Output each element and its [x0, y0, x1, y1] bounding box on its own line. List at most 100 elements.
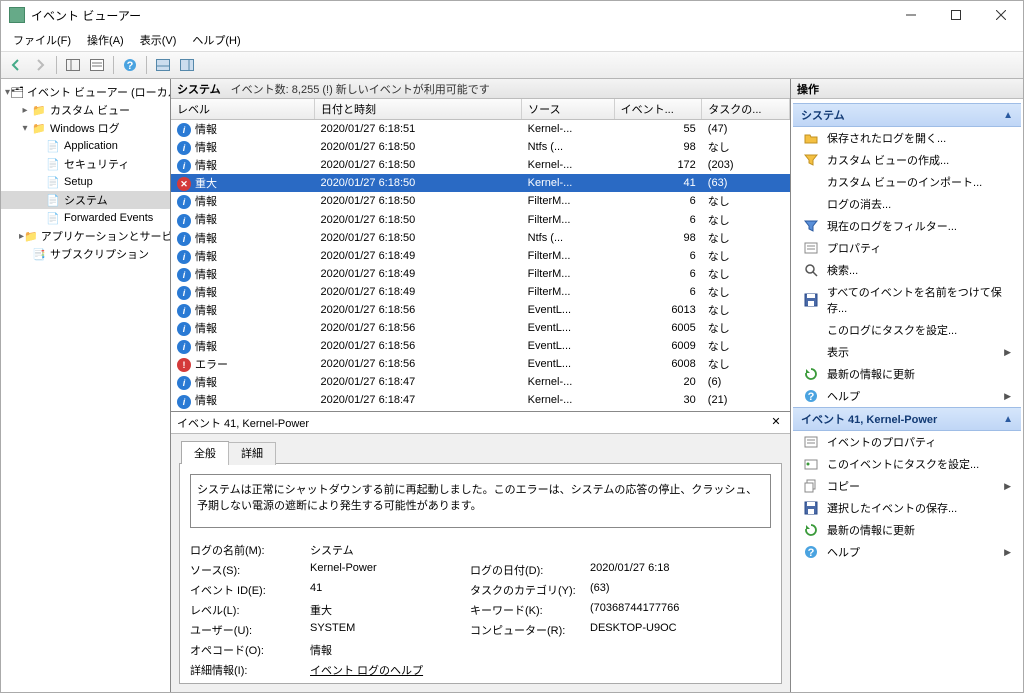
- preview-button[interactable]: [152, 54, 174, 76]
- menu-help[interactable]: ヘルプ(H): [184, 30, 248, 50]
- action-item[interactable]: ?ヘルプ▶: [793, 541, 1021, 563]
- close-button[interactable]: [978, 1, 1023, 29]
- action-item[interactable]: ログの消去...: [793, 193, 1021, 215]
- action-item[interactable]: プロパティ: [793, 237, 1021, 259]
- show-tree-button[interactable]: [62, 54, 84, 76]
- col-date[interactable]: 日付と時刻: [314, 99, 521, 120]
- action-item[interactable]: このログにタスクを設定...: [793, 319, 1021, 341]
- action-item[interactable]: 検索...: [793, 259, 1021, 281]
- folder-icon: 📁: [24, 228, 38, 244]
- event-row[interactable]: i情報2020/01/27 6:18:51Kernel-...55(47): [171, 120, 790, 139]
- cell-level: i情報: [171, 265, 314, 283]
- nav-fwd-button[interactable]: [29, 54, 51, 76]
- tree-custom-views[interactable]: ▸📁カスタム ビュー: [1, 101, 170, 119]
- lbl-logname: ログの名前(M):: [190, 542, 310, 558]
- action-item[interactable]: 現在のログをフィルター...: [793, 215, 1021, 237]
- event-row[interactable]: i情報2020/01/27 6:18:50FilterM...6なし: [171, 210, 790, 228]
- event-row[interactable]: i情報2020/01/27 6:18:47Kernel-...20(6): [171, 373, 790, 391]
- log-icon: 📄: [45, 210, 61, 226]
- chevron-up-icon: ▲: [1003, 110, 1013, 121]
- event-row[interactable]: i情報2020/01/27 6:18:50Ntfs (...98なし: [171, 229, 790, 247]
- lbl-source: ソース(S):: [190, 562, 310, 578]
- help-button[interactable]: ?: [119, 54, 141, 76]
- tree-security[interactable]: 📄セキュリティ: [1, 155, 170, 173]
- lbl-opcode: オペコード(O):: [190, 642, 310, 658]
- cell-task: (21): [702, 391, 790, 409]
- tab-detail[interactable]: 詳細: [228, 442, 276, 465]
- event-row[interactable]: i情報2020/01/27 6:18:47Kernel-...30(21): [171, 391, 790, 409]
- cell-date: 2020/01/27 6:18:47: [314, 391, 521, 409]
- tree-pane[interactable]: ▾🗂イベント ビューアー (ローカル) ▸📁カスタム ビュー ▾📁Windows…: [1, 79, 171, 692]
- tab-general[interactable]: 全般: [181, 441, 229, 464]
- tree-apps-services[interactable]: ▸📁アプリケーションとサービス ログ: [1, 227, 170, 245]
- actions-button[interactable]: [176, 54, 198, 76]
- action-item[interactable]: 最新の情報に更新: [793, 519, 1021, 541]
- help-icon: ?: [123, 58, 137, 72]
- event-row[interactable]: i情報2020/01/27 6:18:56EventL...6005なし: [171, 319, 790, 337]
- action-item[interactable]: このイベントにタスクを設定...: [793, 453, 1021, 475]
- menu-file[interactable]: ファイル(F): [5, 30, 79, 50]
- event-row[interactable]: i情報2020/01/27 6:18:50FilterM...6なし: [171, 192, 790, 210]
- cell-date: 2020/01/27 6:18:50: [314, 210, 521, 228]
- cell-level: i情報: [171, 391, 314, 409]
- tree-subscriptions[interactable]: 📑サブスクリプション: [1, 245, 170, 263]
- maximize-button[interactable]: [933, 1, 978, 29]
- action-item[interactable]: 保存されたログを開く...: [793, 127, 1021, 149]
- tree-root[interactable]: ▾🗂イベント ビューアー (ローカル): [1, 83, 170, 101]
- action-item[interactable]: カスタム ビューのインポート...: [793, 171, 1021, 193]
- detail-close-button[interactable]: ✕: [768, 415, 784, 431]
- cell-id: 6: [614, 192, 702, 210]
- eventviewer-icon: 🗂: [10, 84, 24, 100]
- cell-date: 2020/01/27 6:18:49: [314, 265, 521, 283]
- action-item[interactable]: 選択したイベントの保存...: [793, 497, 1021, 519]
- action-item[interactable]: すべてのイベントを名前をつけて保存...: [793, 281, 1021, 319]
- event-row[interactable]: i情報2020/01/27 6:18:56EventL...6009なし: [171, 337, 790, 355]
- tree-forwarded[interactable]: 📄Forwarded Events: [1, 209, 170, 227]
- cell-level: i情報: [171, 337, 314, 355]
- action-item[interactable]: 表示▶: [793, 341, 1021, 363]
- copy-icon: [803, 478, 819, 494]
- action-item[interactable]: コピー▶: [793, 475, 1021, 497]
- event-row[interactable]: i情報2020/01/27 6:18:56EventL...6013なし: [171, 301, 790, 319]
- actions-group-event[interactable]: イベント 41, Kernel-Power▲: [793, 407, 1021, 431]
- col-level[interactable]: レベル: [171, 99, 314, 120]
- event-row[interactable]: i情報2020/01/27 6:18:49FilterM...6なし: [171, 247, 790, 265]
- event-row[interactable]: i情報2020/01/27 6:18:50Kernel-...172(203): [171, 156, 790, 174]
- event-row[interactable]: !エラー2020/01/27 6:18:56EventL...6008なし: [171, 355, 790, 373]
- event-row[interactable]: ✕重大2020/01/27 6:18:50Kernel-...41(63): [171, 174, 790, 192]
- event-row[interactable]: i情報2020/01/27 6:18:49FilterM...6なし: [171, 265, 790, 283]
- event-grid-wrap[interactable]: レベル 日付と時刻 ソース イベント... タスクの... i情報2020/01…: [171, 99, 790, 412]
- cell-id: 6: [614, 247, 702, 265]
- tree-application[interactable]: 📄Application: [1, 137, 170, 155]
- link-eventlog-help[interactable]: イベント ログのヘルプ: [310, 662, 470, 678]
- action-item[interactable]: 最新の情報に更新: [793, 363, 1021, 385]
- tree-setup[interactable]: 📄Setup: [1, 173, 170, 191]
- cell-date: 2020/01/27 6:18:49: [314, 247, 521, 265]
- tree-windows-logs[interactable]: ▾📁Windows ログ: [1, 119, 170, 137]
- minimize-button[interactable]: [888, 1, 933, 29]
- col-eventid[interactable]: イベント...: [614, 99, 702, 120]
- cell-source: EventL...: [522, 319, 614, 337]
- tree-label: サブスクリプション: [50, 246, 149, 262]
- nav-back-button[interactable]: [5, 54, 27, 76]
- level-icon: i: [177, 286, 191, 300]
- cell-date: 2020/01/27 6:18:56: [314, 301, 521, 319]
- arrow-right-icon: [34, 59, 46, 71]
- val-keywords: (70368744177766: [590, 602, 730, 618]
- action-item[interactable]: カスタム ビューの作成...: [793, 149, 1021, 171]
- val-eventid: 41: [310, 582, 470, 598]
- menu-action[interactable]: 操作(A): [79, 30, 132, 50]
- event-row[interactable]: i情報2020/01/27 6:18:49FilterM...6なし: [171, 283, 790, 301]
- col-source[interactable]: ソース: [522, 99, 614, 120]
- tree-system[interactable]: 📄システム: [1, 191, 170, 209]
- event-row[interactable]: i情報2020/01/27 6:18:50Ntfs (...98なし: [171, 138, 790, 156]
- action-item[interactable]: ?ヘルプ▶: [793, 385, 1021, 407]
- cell-task: なし: [702, 229, 790, 247]
- actions-group-system[interactable]: システム▲: [793, 103, 1021, 127]
- props-button[interactable]: [86, 54, 108, 76]
- menu-view[interactable]: 表示(V): [132, 30, 185, 50]
- cell-source: Kernel-...: [522, 120, 614, 139]
- val-level: 重大: [310, 602, 470, 618]
- col-task[interactable]: タスクの...: [702, 99, 790, 120]
- action-item[interactable]: イベントのプロパティ: [793, 431, 1021, 453]
